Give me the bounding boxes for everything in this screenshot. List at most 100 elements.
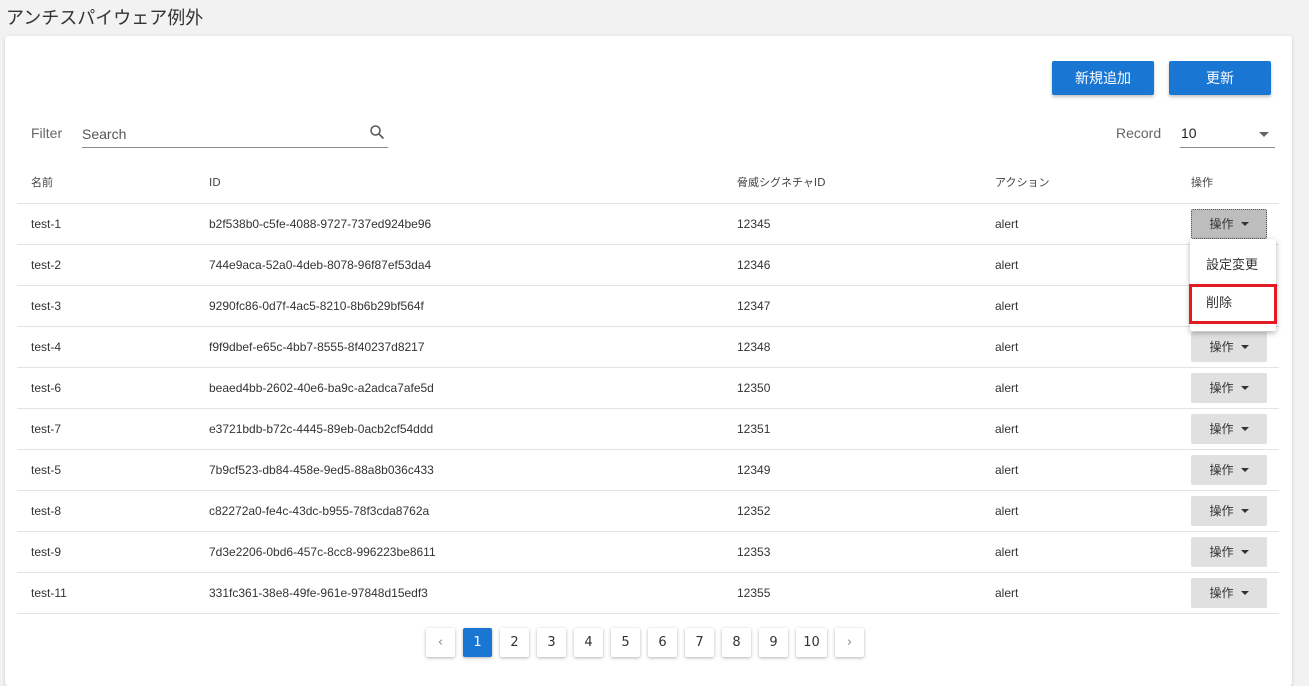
cell-operation: 操作 [1177, 572, 1279, 614]
operation-label: 操作 [1209, 545, 1234, 559]
cell-id: beaed4bb-2602-40e6-ba9c-a2adca7afe5d [195, 367, 723, 409]
operation-button[interactable]: 操作 [1191, 331, 1267, 362]
cell-signature: 12351 [723, 408, 981, 450]
page-button-4[interactable]: 4 [574, 628, 603, 657]
cell-name: test-2 [17, 244, 195, 286]
table-row: test-7 e3721bdb-b72c-4445-89eb-0acb2cf54… [17, 408, 1279, 450]
caret-down-icon [1240, 508, 1249, 513]
operation-button[interactable]: 操作 [1191, 495, 1267, 526]
caret-down-icon [1240, 221, 1249, 226]
cell-id: 9290fc86-0d7f-4ac5-8210-8b6b29bf564f [195, 285, 723, 327]
page-button-3[interactable]: 3 [537, 628, 566, 657]
cell-id: 744e9aca-52a0-4deb-8078-96f87ef53da4 [195, 244, 723, 286]
search-field [82, 120, 388, 148]
cell-operation: 操作 [1177, 490, 1279, 532]
filter-label: Filter [31, 125, 63, 141]
table-row: test-5 7b9cf523-db84-458e-9ed5-88a8b036c… [17, 449, 1279, 491]
caret-down-icon [1240, 549, 1249, 554]
cell-signature: 12348 [723, 326, 981, 368]
operation-button[interactable]: 操作 [1191, 208, 1267, 239]
chevron-down-icon [1259, 132, 1269, 137]
cell-signature: 12350 [723, 367, 981, 409]
cell-operation: 操作 [1177, 203, 1279, 245]
cell-action: alert [981, 572, 1177, 614]
page-button-8[interactable]: 8 [722, 628, 751, 657]
menu-item-delete[interactable]: 削除 [1189, 284, 1277, 324]
cell-operation: 操作 [1177, 367, 1279, 409]
cell-operation: 操作 [1177, 531, 1279, 573]
caret-down-icon [1240, 426, 1249, 431]
cell-id: c82272a0-fe4c-43dc-b955-78f3cda8762a [195, 490, 723, 532]
table-row: test-2 744e9aca-52a0-4deb-8078-96f87ef53… [17, 244, 1279, 286]
operation-label: 操作 [1209, 463, 1234, 477]
operation-button[interactable]: 操作 [1191, 454, 1267, 485]
cell-id: 7d3e2206-0bd6-457c-8cc8-996223be8611 [195, 531, 723, 573]
caret-down-icon [1240, 467, 1249, 472]
cell-signature: 12347 [723, 285, 981, 327]
search-input[interactable] [82, 123, 362, 145]
cell-action: alert [981, 490, 1177, 532]
cell-action: alert [981, 408, 1177, 450]
caret-down-icon [1240, 344, 1249, 349]
cell-signature: 12345 [723, 203, 981, 245]
operation-button[interactable]: 操作 [1191, 536, 1267, 567]
cell-signature: 12352 [723, 490, 981, 532]
record-value: 10 [1181, 125, 1197, 141]
cell-operation: 操作 [1177, 326, 1279, 368]
cell-signature: 12346 [723, 244, 981, 286]
exceptions-card: 新規追加 更新 Filter Record 10 名前 ID 脅威シグネチャID… [5, 36, 1292, 686]
table-row: test-9 7d3e2206-0bd6-457c-8cc8-996223be8… [17, 531, 1279, 573]
operation-button[interactable]: 操作 [1191, 413, 1267, 444]
operation-button[interactable]: 操作 [1191, 577, 1267, 608]
menu-item-edit-settings[interactable]: 設定変更 [1190, 247, 1276, 285]
table-row: test-3 9290fc86-0d7f-4ac5-8210-8b6b29bf5… [17, 285, 1279, 327]
operation-menu: 設定変更 削除 [1189, 239, 1277, 331]
cell-action: alert [981, 203, 1177, 245]
page-button-7[interactable]: 7 [685, 628, 714, 657]
table-row: test-6 beaed4bb-2602-40e6-ba9c-a2adca7af… [17, 367, 1279, 409]
cell-id: b2f538b0-c5fe-4088-9727-737ed924be96 [195, 203, 723, 245]
page-button-10[interactable]: 10 [796, 628, 827, 657]
cell-signature: 12353 [723, 531, 981, 573]
cell-operation: 操作 [1177, 449, 1279, 491]
page-button-5[interactable]: 5 [611, 628, 640, 657]
cell-operation: 操作 [1177, 408, 1279, 450]
cell-signature: 12355 [723, 572, 981, 614]
operation-label: 操作 [1209, 381, 1234, 395]
header-action: アクション [981, 162, 1177, 204]
pagination: ‹ 1 2 3 4 5 6 7 8 9 10 › [426, 628, 864, 658]
cell-signature: 12349 [723, 449, 981, 491]
cell-action: alert [981, 367, 1177, 409]
page-button-6[interactable]: 6 [648, 628, 677, 657]
header-id: ID [195, 162, 723, 204]
prev-page-button[interactable]: ‹ [426, 628, 455, 657]
record-select[interactable]: 10 [1180, 120, 1275, 148]
record-label: Record [1116, 125, 1162, 141]
search-icon[interactable] [368, 123, 386, 141]
cell-action: alert [981, 531, 1177, 573]
operation-label: 操作 [1209, 504, 1234, 518]
header-name: 名前 [17, 162, 195, 204]
operation-label: 操作 [1209, 217, 1234, 231]
table-row: test-8 c82272a0-fe4c-43dc-b955-78f3cda87… [17, 490, 1279, 532]
cell-name: test-7 [17, 408, 195, 450]
caret-down-icon [1240, 590, 1249, 595]
refresh-button[interactable]: 更新 [1169, 61, 1271, 95]
page-button-1[interactable]: 1 [463, 628, 492, 657]
cell-id: e3721bdb-b72c-4445-89eb-0acb2cf54ddd [195, 408, 723, 450]
cell-name: test-8 [17, 490, 195, 532]
caret-down-icon [1240, 385, 1249, 390]
cell-action: alert [981, 244, 1177, 286]
add-button[interactable]: 新規追加 [1052, 61, 1154, 95]
page-button-2[interactable]: 2 [500, 628, 529, 657]
cell-name: test-6 [17, 367, 195, 409]
page-button-9[interactable]: 9 [759, 628, 788, 657]
next-page-button[interactable]: › [835, 628, 864, 657]
operation-label: 操作 [1209, 340, 1234, 354]
operation-button[interactable]: 操作 [1191, 372, 1267, 403]
operation-label: 操作 [1209, 422, 1234, 436]
table-row: test-1 b2f538b0-c5fe-4088-9727-737ed924b… [17, 203, 1279, 245]
cell-action: alert [981, 326, 1177, 368]
header-operation: 操作 [1177, 162, 1279, 204]
cell-name: test-4 [17, 326, 195, 368]
